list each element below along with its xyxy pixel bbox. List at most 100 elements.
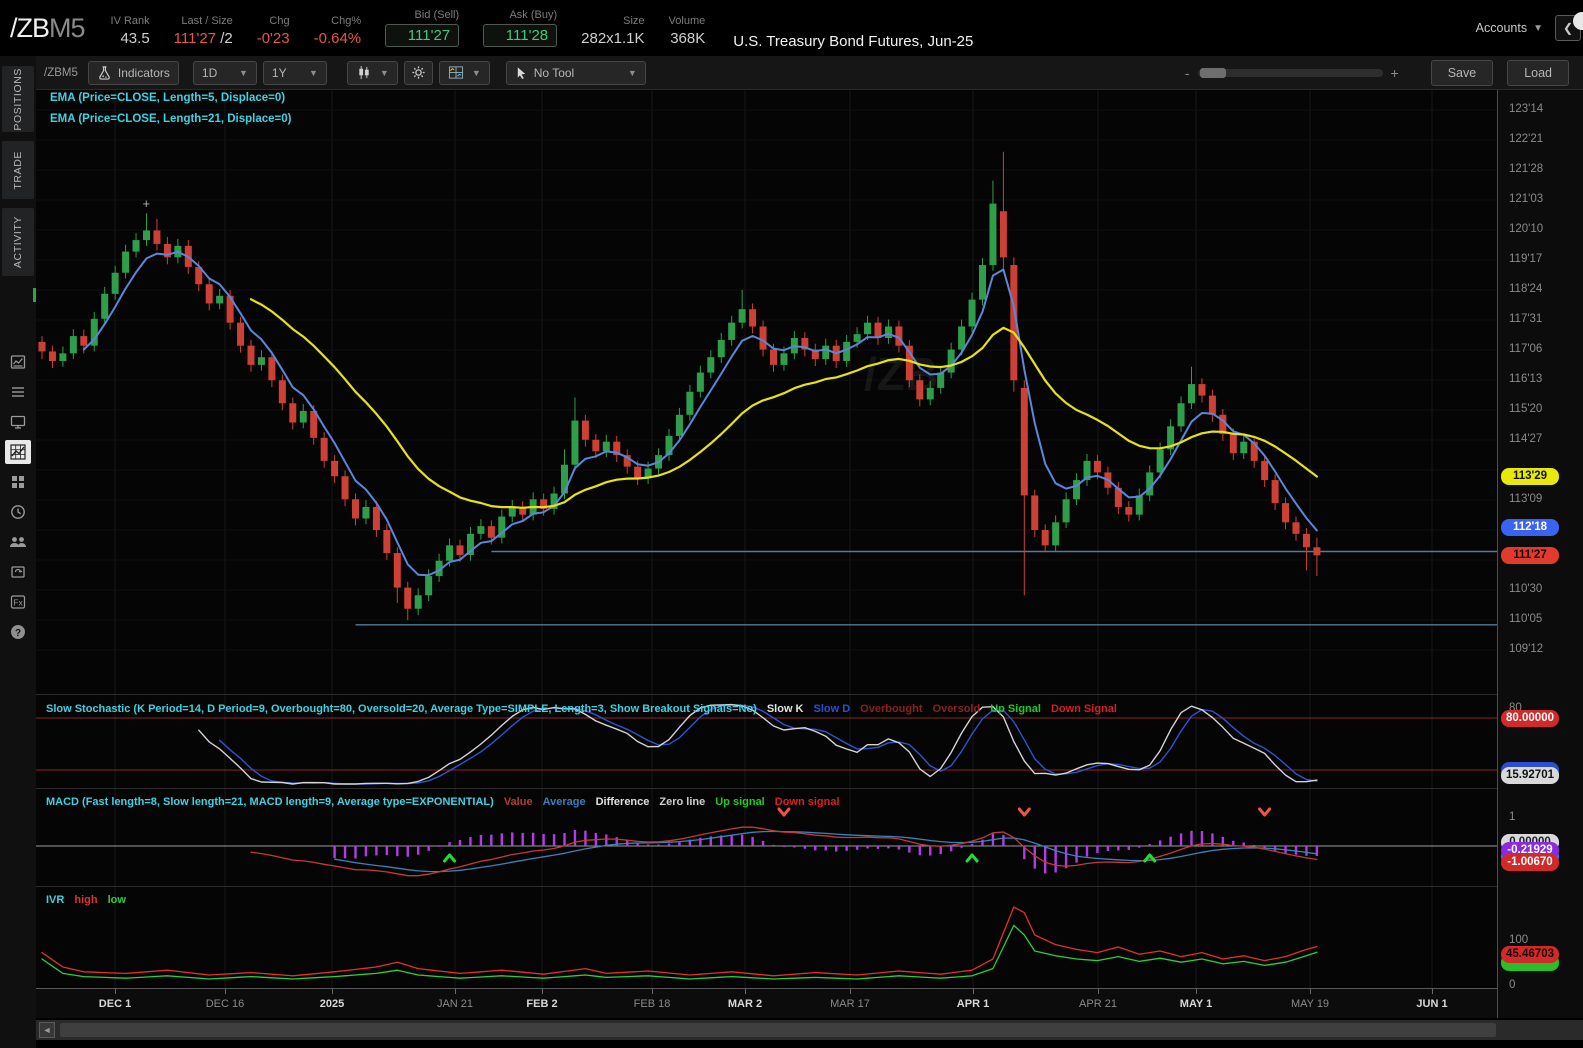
time-axis-label: FEB 2	[526, 998, 558, 1010]
help-icon[interactable]: ?	[5, 620, 31, 644]
studies-flask-icon	[99, 66, 110, 80]
zoom-out-button[interactable]: -	[1177, 65, 1198, 81]
accounts-dropdown[interactable]: Accounts ▼	[1476, 21, 1543, 35]
price-chart-canvas[interactable]: /ZB+	[36, 90, 1497, 1018]
time-axis-label: DEC 1	[98, 998, 132, 1010]
stochastic-header[interactable]: Slow Stochastic (K Period=14, D Period=9…	[46, 703, 1117, 715]
chart-layout-dropdown[interactable]: ▼	[438, 60, 490, 85]
time-tick	[542, 989, 543, 994]
ivr-axis-tick: 0	[1509, 979, 1516, 991]
sidebar-tab-activity[interactable]: ACTIVITY	[2, 208, 34, 276]
field-label: Volume	[668, 15, 706, 27]
apps-grid-icon[interactable]	[5, 470, 31, 494]
rollover-icon[interactable]	[5, 560, 31, 584]
ivr-axis-tick: 100	[1509, 934, 1529, 946]
legend-item-overbought: Overbought	[860, 703, 923, 715]
svg-text:+: +	[143, 196, 151, 211]
price-axis[interactable]: 123'14 122'21 121'28 121'03 120'10 119'17 118'…	[1497, 90, 1583, 1018]
axis-bubble: 113'29	[1501, 467, 1559, 485]
chevron-down-icon: ▼	[627, 67, 637, 78]
gear-icon	[412, 66, 425, 79]
trading-app: /ZB M5 IV Rank 43.5 Last / Size 111'27 /2 Ch…	[0, 0, 1583, 1048]
chart-grid-icon[interactable]	[5, 440, 31, 464]
panel-divider[interactable]	[36, 886, 1583, 887]
indicators-button[interactable]: Indicators	[87, 60, 179, 85]
field-value: 43.5	[120, 30, 150, 47]
symbol-root: /ZB	[10, 12, 50, 43]
svg-text:?: ?	[15, 628, 21, 639]
ema5-study-label[interactable]: EMA (Price=CLOSE, Length=5, Displace=0)	[50, 92, 285, 104]
field-suffix: /2	[216, 30, 233, 47]
zoom-slider: - +	[1177, 65, 1407, 81]
left-sidebar: POSITIONS TRADE ACTIVITY Fx?	[0, 56, 36, 1048]
range-dropdown[interactable]: 1Y ▼	[262, 60, 327, 85]
sidebar-tab-label: TRADE	[12, 150, 24, 190]
sidebar-tab-trade[interactable]: TRADE	[2, 141, 34, 199]
price-axis-label: 117'31	[1509, 313, 1543, 325]
monitor-icon[interactable]	[5, 410, 31, 434]
svg-text:Fx: Fx	[13, 598, 23, 608]
time-tick	[1432, 989, 1433, 994]
time-axis[interactable]: DEC 1 DEC 16 2025 JAN 21 FEB 2 FEB 18 MAR 2 MAR…	[36, 988, 1497, 1018]
price-axis-label: 114'27	[1509, 433, 1543, 445]
quote-field-bid-sell-[interactable]: Bid (Sell) 111'27	[385, 9, 460, 47]
axis-bubble: 45.46703	[1501, 945, 1559, 963]
ema21-study-label[interactable]: EMA (Price=CLOSE, Length=21, Displace=0)	[50, 113, 291, 125]
stochastic-title: Slow Stochastic (K Period=14, D Period=9…	[46, 703, 757, 715]
axis-bubble: 15.92701	[1501, 767, 1559, 785]
price-axis-label: 118'24	[1509, 283, 1543, 295]
legend-item-down-signal: Down signal	[774, 796, 840, 808]
zoom-slider-track[interactable]	[1197, 67, 1383, 78]
price-axis-label: 120'10	[1509, 223, 1544, 235]
price-axis-label: 110'05	[1509, 613, 1543, 625]
zoom-slider-thumb[interactable]	[1199, 67, 1226, 78]
scroll-left-button[interactable]: ◄	[39, 1022, 55, 1038]
save-button[interactable]: Save	[1430, 59, 1494, 86]
time-tick	[973, 989, 974, 994]
symbol-block: /ZB M5	[10, 12, 86, 44]
field-value: 111'27	[385, 24, 460, 47]
price-axis-label: 121'03	[1509, 193, 1544, 205]
news-chart-icon[interactable]	[5, 350, 31, 374]
chevron-down-icon: ▼	[238, 67, 248, 78]
zoom-in-button[interactable]: +	[1383, 65, 1407, 81]
scrollbar-thumb[interactable]	[60, 1023, 1496, 1037]
price-axis-label: 123'14	[1509, 103, 1544, 115]
axis-bubble: 112'18	[1501, 519, 1559, 537]
time-tick	[850, 989, 851, 994]
time-axis-label: DEC 16	[205, 998, 245, 1010]
macd-title: MACD (Fast length=8, Slow length=21, MAC…	[46, 796, 494, 808]
quote-field-volume: Volume 368K	[669, 15, 706, 47]
chart-area[interactable]: /ZB + EMA (Price=CLOSE, Length=5, Displac…	[36, 90, 1497, 1018]
panel-divider[interactable]	[36, 694, 1583, 695]
fx-icon[interactable]: Fx	[5, 590, 31, 614]
macd-header[interactable]: MACD (Fast length=8, Slow length=21, MAC…	[46, 796, 840, 808]
drawing-tool-dropdown[interactable]: No Tool ▼	[505, 60, 646, 85]
price-axis-label: 116'13	[1509, 373, 1543, 385]
list-icon[interactable]	[5, 380, 31, 404]
cursor-icon	[517, 66, 525, 79]
quote-field-last-size: Last / Size 111'27 /2	[174, 15, 233, 47]
chart-settings-button[interactable]	[403, 60, 433, 85]
time-tick	[455, 989, 456, 994]
horizontal-scrollbar[interactable]: ◄	[36, 1020, 1583, 1040]
chart-type-dropdown[interactable]: ▼	[346, 60, 398, 85]
community-icon[interactable]	[5, 530, 31, 554]
sidebar-tab-positions[interactable]: POSITIONS	[2, 66, 34, 132]
quote-field-ask-buy-[interactable]: Ask (Buy) 111'28	[483, 9, 558, 47]
sidebar-tab-label: ACTIVITY	[12, 215, 24, 269]
time-axis-label: APR 1	[956, 998, 990, 1010]
history-clock-icon[interactable]	[5, 500, 31, 524]
grid-layout-icon	[448, 66, 463, 79]
accounts-label: Accounts	[1475, 21, 1528, 35]
load-button[interactable]: Load	[1507, 59, 1569, 86]
field-label: IV Rank	[110, 15, 150, 27]
timeframe-dropdown[interactable]: 1D ▼	[192, 60, 257, 85]
price-axis-label: 110'30	[1509, 583, 1543, 595]
price-axis-label: 121'28	[1509, 163, 1544, 175]
field-value: -0'23	[256, 30, 290, 47]
panel-divider[interactable]	[36, 788, 1583, 789]
ivr-header[interactable]: IVR high low	[46, 894, 126, 906]
time-tick	[115, 989, 116, 994]
price-axis-label: 113'09	[1509, 493, 1543, 505]
